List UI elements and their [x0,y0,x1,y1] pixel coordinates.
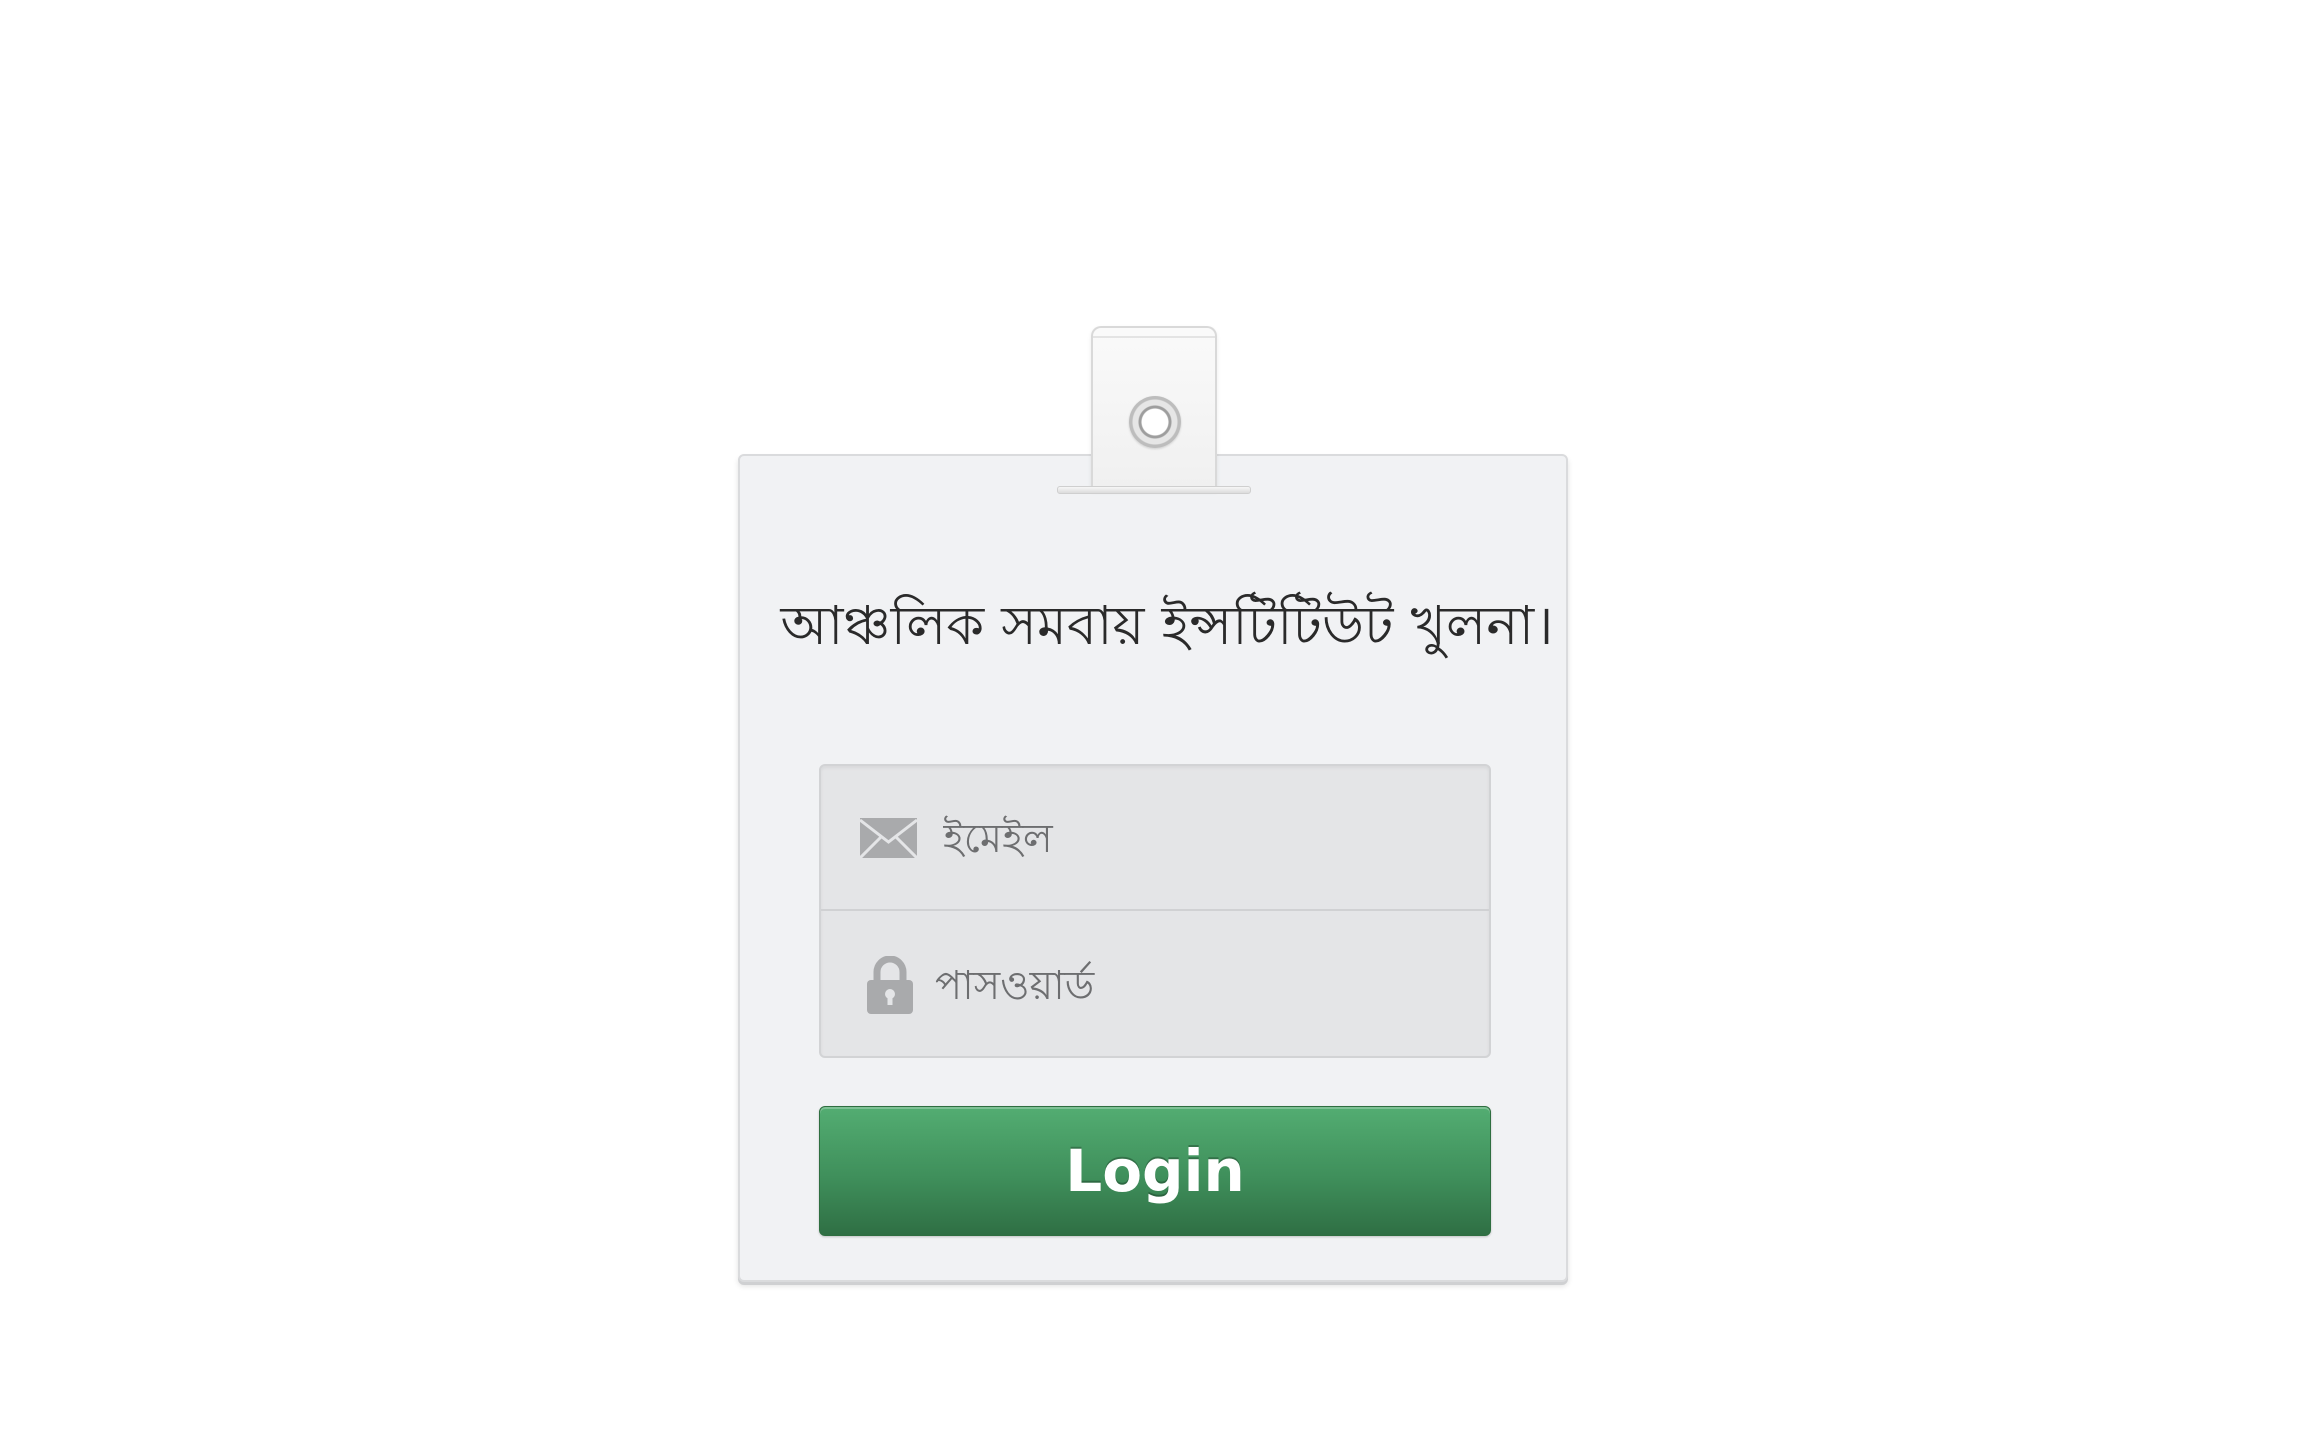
badge-clip-inner [1093,336,1215,486]
password-input[interactable] [933,912,1457,1059]
badge-clip-bar [1057,486,1251,494]
envelope-icon [860,818,917,858]
password-field[interactable] [821,912,1489,1059]
login-fields [819,764,1491,1059]
email-field[interactable] [821,766,1489,911]
badge-clip [1091,326,1217,490]
page-title: আঞ্চলিক সমবায় ইন্সটিটিউট খুলনা। [780,594,1554,657]
grommet-icon [1129,396,1181,448]
lock-icon [867,956,913,1014]
login-button[interactable]: Login [819,1106,1491,1236]
email-input[interactable] [941,766,1465,911]
login-card: আঞ্চলিক সমবায় ইন্সটিটিউট খুলনা। ইমেইল L… [738,454,1568,1282]
page: আঞ্চলিক সমবায় ইন্সটিটিউট খুলনা। ইমেইল L… [0,0,2304,1440]
